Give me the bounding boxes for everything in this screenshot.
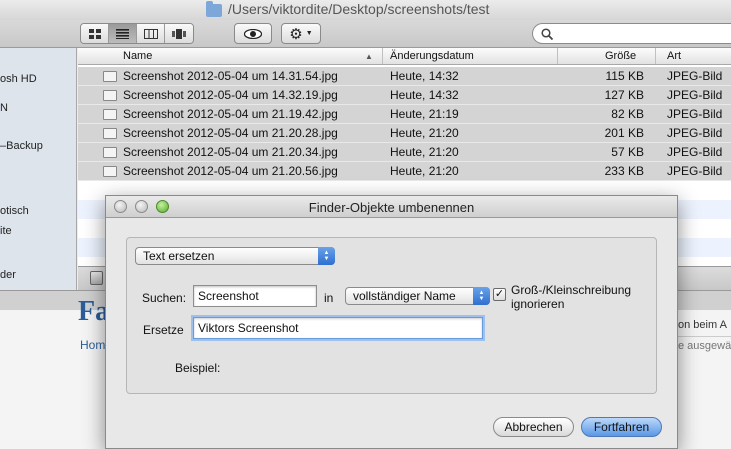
example-label: Beispiel: [175, 361, 221, 375]
search-input[interactable] [532, 23, 731, 44]
dialog-title: Finder-Objekte umbenennen [308, 200, 475, 215]
sidebar-item-folder[interactable]: der [0, 269, 16, 281]
gear-icon: ⚙ [289, 25, 303, 43]
rename-options-box: Text ersetzen ▲ ▼ Suchen: Screenshot in v… [126, 237, 657, 394]
continue-button[interactable]: Fortfahren [581, 417, 662, 437]
coverflow-view-icon[interactable] [165, 24, 193, 43]
web-side-text: on beim A [678, 319, 727, 331]
ignore-case-checkbox[interactable]: ✓ [493, 288, 506, 301]
ignore-case-label-line1: Groß-/Kleinschreibung [511, 283, 632, 297]
table-row[interactable]: Screenshot 2012-05-04 um 21.20.56.jpg He… [78, 162, 731, 181]
table-row[interactable]: Screenshot 2012-05-04 um 21.19.42.jpg He… [78, 105, 731, 124]
chevron-down-icon: ▼ [305, 30, 313, 37]
sidebar-item-favorites[interactable]: ite [0, 225, 12, 237]
quicklook-button[interactable] [234, 23, 272, 44]
ignore-case-label-line2: ignorieren [511, 297, 565, 311]
table-row[interactable]: Screenshot 2012-05-04 um 21.20.34.jpg He… [78, 143, 731, 162]
eye-icon [244, 28, 262, 39]
jpeg-file-icon [103, 71, 117, 82]
list-view-icon[interactable] [109, 24, 137, 43]
column-header-modified[interactable]: Änderungsdatum [390, 50, 474, 62]
sidebar-item-desktop[interactable]: otisch [0, 205, 29, 217]
dialog-titlebar: Finder-Objekte umbenennen [106, 196, 677, 218]
web-home-link[interactable]: Hom [80, 338, 105, 352]
jpeg-file-icon [103, 90, 117, 101]
finder-sidebar: osh HD N –Backup otisch ite der [0, 48, 77, 290]
rename-mode-select[interactable]: Text ersetzen ▲ ▼ [135, 247, 335, 265]
updown-arrows-icon: ▲ ▼ [318, 247, 335, 265]
jpeg-file-icon [103, 166, 117, 177]
sidebar-item-backup[interactable]: –Backup [0, 140, 43, 152]
window-path: /Users/viktordite/Desktop/screenshots/te… [206, 0, 490, 17]
resize-handle[interactable] [665, 436, 675, 446]
replace-input[interactable]: Viktors Screenshot [193, 317, 483, 339]
cancel-button[interactable]: Abbrechen [493, 417, 574, 437]
rename-dialog: Finder-Objekte umbenennen Text ersetzen … [105, 195, 678, 449]
updown-arrows-icon: ▲ ▼ [473, 287, 490, 305]
finder-toolbar: ⚙ ▼ [0, 20, 731, 48]
search-icon [541, 27, 553, 40]
action-menu-button[interactable]: ⚙ ▼ [281, 23, 321, 44]
web-side-text-2: e ausgewä [678, 340, 731, 352]
column-header-kind[interactable]: Art [667, 50, 681, 62]
column-header-name[interactable]: Name [123, 50, 152, 62]
web-divider [678, 336, 731, 337]
table-row[interactable]: Screenshot 2012-05-04 um 14.32.19.jpg He… [78, 86, 731, 105]
jpeg-file-icon [103, 128, 117, 139]
find-input[interactable]: Screenshot [193, 285, 317, 307]
file-list-header: Name ▲ Änderungsdatum Größe Art [78, 48, 731, 65]
replace-label: Ersetze [143, 323, 184, 337]
sort-ascending-icon: ▲ [365, 52, 373, 61]
column-view-icon[interactable] [137, 24, 165, 43]
jpeg-file-icon [103, 109, 117, 120]
find-label: Suchen: [142, 291, 187, 305]
sidebar-item-network[interactable]: N [0, 102, 8, 114]
jpeg-file-icon [103, 147, 117, 158]
icon-view-icon[interactable] [81, 24, 109, 43]
table-row[interactable]: Screenshot 2012-05-04 um 21.20.28.jpg He… [78, 124, 731, 143]
folder-icon [206, 0, 222, 17]
column-header-size[interactable]: Größe [605, 50, 636, 62]
path-title: /Users/viktordite/Desktop/screenshots/te… [228, 1, 490, 17]
view-mode-segmented-control [80, 23, 194, 44]
table-row[interactable]: Screenshot 2012-05-04 um 14.31.54.jpg He… [78, 67, 731, 86]
hard-drive-icon [90, 271, 103, 285]
in-label: in [324, 291, 334, 305]
finder-titlebar: /Users/viktordite/Desktop/screenshots/te… [0, 0, 731, 20]
scope-select[interactable]: vollständiger Name ▲ ▼ [345, 287, 490, 305]
sidebar-item-hd[interactable]: osh HD [0, 73, 37, 85]
